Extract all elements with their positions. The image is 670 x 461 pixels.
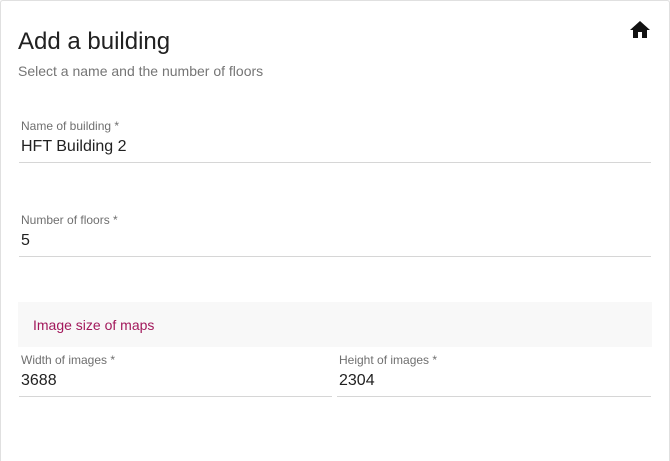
- page-title: Add a building: [18, 28, 171, 55]
- building-name-input[interactable]: HFT Building 2: [21, 137, 127, 157]
- building-name-field[interactable]: Name of building * HFT Building 2: [19, 119, 651, 163]
- image-height-label: Height of images *: [339, 353, 438, 367]
- image-width-label: Width of images *: [21, 353, 116, 367]
- image-width-field[interactable]: Width of images * 3688: [19, 353, 332, 397]
- map-size-section-header: Image size of maps: [18, 302, 652, 347]
- building-name-label: Name of building *: [21, 119, 120, 133]
- home-button[interactable]: [628, 18, 652, 42]
- map-size-section-title: Image size of maps: [33, 317, 155, 333]
- home-icon: [630, 21, 650, 38]
- floors-label: Number of floors *: [21, 213, 118, 227]
- image-height-field[interactable]: Height of images * 2304: [337, 353, 651, 397]
- image-width-input[interactable]: 3688: [21, 371, 57, 391]
- floors-field[interactable]: Number of floors * 5: [19, 213, 651, 257]
- floors-input[interactable]: 5: [21, 231, 30, 251]
- page-subtitle: Select a name and the number of floors: [18, 63, 264, 79]
- add-building-card: Add a building Select a name and the num…: [0, 0, 670, 461]
- image-height-input[interactable]: 2304: [339, 371, 375, 391]
